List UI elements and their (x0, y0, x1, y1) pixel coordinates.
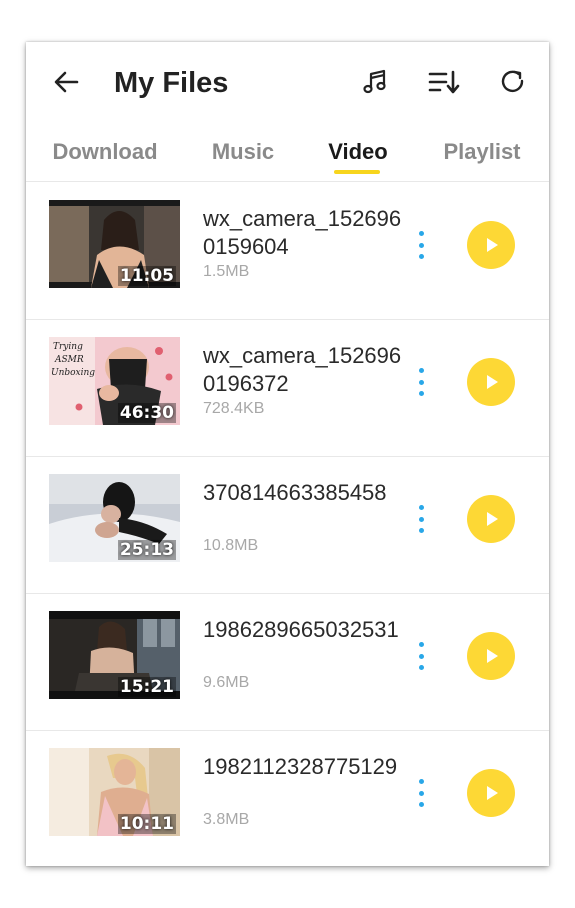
play-button[interactable] (467, 221, 515, 269)
svg-text:ASMR: ASMR (54, 355, 84, 365)
play-icon (487, 512, 498, 526)
more-vertical-icon (418, 505, 424, 510)
video-list-item[interactable]: 25:13 370814663385458 10.8MB (26, 457, 549, 594)
video-file-name: wx_camera_1526960159604 (203, 206, 402, 259)
video-thumbnail[interactable]: 10:11 (49, 748, 180, 836)
video-duration: 46:30 (117, 403, 176, 423)
play-icon (487, 375, 498, 389)
video-list-item[interactable]: 11:05 wx_camera_1526960159604 1.5MB (26, 183, 549, 320)
sort-button[interactable] (428, 66, 460, 98)
play-button[interactable] (467, 632, 515, 680)
refresh-button[interactable] (497, 66, 529, 98)
sort-list-icon (428, 70, 460, 94)
back-arrow-icon (54, 71, 79, 93)
tab-bar: Download Music Video Playlist (26, 134, 549, 182)
music-button[interactable] (359, 66, 391, 98)
more-options-button[interactable] (412, 779, 430, 807)
tab-music[interactable]: Music (206, 134, 280, 182)
video-thumbnail[interactable]: 25:13 (49, 474, 180, 562)
video-file-size: 1.5MB (203, 263, 250, 280)
more-vertical-icon (418, 368, 424, 373)
play-button[interactable] (467, 495, 515, 543)
play-button[interactable] (467, 769, 515, 817)
video-duration: 25:13 (117, 540, 176, 560)
more-vertical-icon (418, 231, 424, 236)
video-file-size: 10.8MB (203, 537, 259, 554)
video-duration: 15:21 (117, 677, 176, 697)
video-file-name: wx_camera_1526960196372 (203, 343, 402, 396)
play-icon (487, 238, 498, 252)
play-icon (487, 649, 498, 663)
tab-download[interactable]: Download (50, 134, 160, 182)
video-file-name: 1982112328775129 (203, 754, 398, 779)
tab-video[interactable]: Video (326, 134, 390, 182)
video-list-item[interactable]: Trying ASMR Unboxing 46:30 wx_camera_152… (26, 320, 549, 457)
svg-text:Unboxing: Unboxing (51, 368, 95, 378)
svg-text:Trying: Trying (53, 342, 83, 352)
thumbnail-caption: Trying ASMR Unboxing (51, 342, 95, 378)
play-icon (487, 786, 498, 800)
more-vertical-icon (418, 642, 424, 647)
more-options-button[interactable] (412, 231, 430, 259)
video-thumbnail[interactable]: 11:05 (49, 200, 180, 288)
more-options-button[interactable] (412, 505, 430, 533)
more-vertical-icon (418, 779, 424, 784)
video-thumbnail[interactable]: Trying ASMR Unboxing 46:30 (49, 337, 180, 425)
video-duration: 10:11 (117, 814, 176, 834)
play-button[interactable] (467, 358, 515, 406)
refresh-icon (501, 70, 524, 93)
music-note-icon (363, 69, 386, 94)
page-title: My Files (114, 67, 229, 99)
active-tab-indicator (334, 170, 380, 174)
video-file-name: 1986289665032531 (203, 617, 399, 642)
video-file-size: 9.6MB (203, 674, 250, 691)
video-list-item[interactable]: 10:11 1982112328775129 3.8MB (26, 731, 549, 866)
app-window: My Files Download Music Video Playlist 1… (26, 42, 549, 866)
video-list: 11:05 wx_camera_1526960159604 1.5MB Tryi… (26, 183, 549, 866)
more-options-button[interactable] (412, 368, 430, 396)
back-button[interactable] (50, 66, 82, 98)
video-file-name: 370814663385458 (203, 480, 387, 505)
video-thumbnail[interactable]: 15:21 (49, 611, 180, 699)
more-options-button[interactable] (412, 642, 430, 670)
video-file-size: 3.8MB (203, 811, 250, 828)
video-list-item[interactable]: 15:21 1986289665032531 9.6MB (26, 594, 549, 731)
top-app-bar: My Files (26, 42, 549, 126)
tab-playlist[interactable]: Playlist (440, 134, 524, 182)
video-file-size: 728.4KB (203, 400, 265, 417)
video-duration: 11:05 (117, 266, 176, 286)
